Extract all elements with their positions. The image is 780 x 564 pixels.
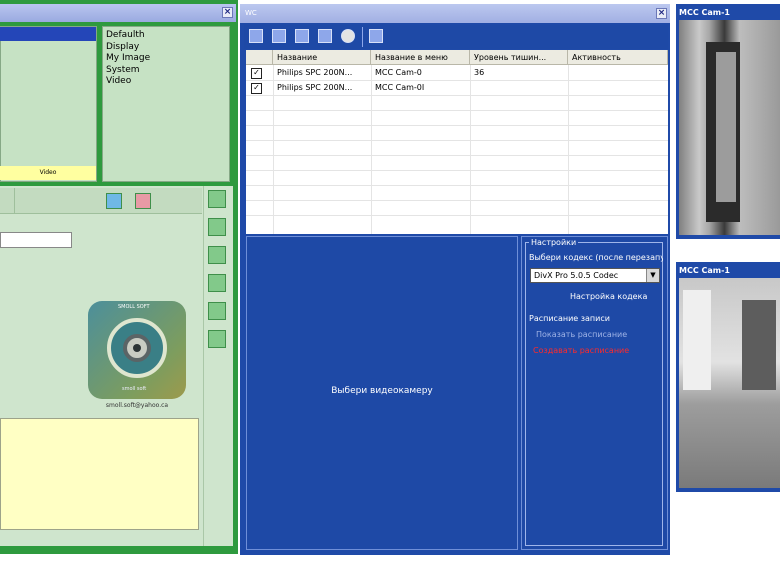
left-list-selection[interactable]: [0, 27, 96, 41]
camera-settings-icon[interactable]: [272, 29, 286, 43]
camera-1-door-panel: [716, 52, 736, 202]
row1-menu-name[interactable]: MCC Cam-0: [371, 66, 470, 80]
info-icon[interactable]: [369, 29, 383, 43]
webcam-title: WC: [245, 9, 257, 17]
menu-item-video[interactable]: Video: [106, 76, 229, 88]
webcam-close-icon[interactable]: ×: [656, 8, 667, 19]
logo-bottom-text: smoll soft: [122, 386, 147, 392]
webcam-titlebar: [240, 4, 670, 23]
camera-2-door: [742, 300, 776, 390]
menu-item-defaulth[interactable]: Defaulth: [106, 30, 229, 42]
left-side-toolbar: [203, 186, 233, 546]
toolbar-separator: [362, 27, 363, 47]
grid-row-line: [246, 110, 668, 111]
left-window-titlebar: [0, 4, 236, 22]
grid-row-line: [246, 170, 668, 171]
logo-lens-center: [133, 344, 141, 352]
logo-email: smoll.soft@yahoo.ca: [105, 402, 169, 409]
camera-1-title: MCC Cam-1: [679, 8, 730, 17]
grid-row-line: [246, 125, 668, 126]
add-icon[interactable]: [106, 193, 122, 209]
row2-name[interactable]: Philips SPC 200N...: [273, 81, 371, 95]
grid-header-activity[interactable]: Активность: [568, 50, 668, 65]
notes-area[interactable]: [0, 418, 199, 530]
grid-row-line: [246, 95, 668, 96]
row2-menu-name[interactable]: MCC Cam-0I: [371, 81, 470, 95]
grid-row-line: [246, 215, 668, 216]
new-camera-icon[interactable]: [249, 29, 263, 43]
left-list-tab[interactable]: Video: [0, 166, 96, 180]
settings-title: Настройки: [529, 238, 579, 247]
settings-group: [525, 242, 663, 546]
grid-row-line: [246, 140, 668, 141]
row1-checkbox[interactable]: ✓: [251, 68, 262, 79]
help-side-icon[interactable]: [208, 246, 226, 264]
preview-label: Выбери видеокамеру: [331, 386, 433, 396]
codec-settings-link[interactable]: Настройка кодека: [570, 292, 647, 301]
record-icon[interactable]: [341, 29, 355, 43]
close-side-icon[interactable]: [208, 190, 226, 208]
left-list-panel[interactable]: [0, 26, 97, 182]
left-toolbar: [0, 188, 202, 214]
grid-header-level[interactable]: Уровень тишин...: [470, 50, 568, 65]
minimize-side-icon[interactable]: [208, 218, 226, 236]
toolbar-separator: [14, 188, 15, 214]
create-schedule-link[interactable]: Создавать расписание: [533, 346, 629, 355]
save-icon[interactable]: [295, 29, 309, 43]
grid-side-icon[interactable]: [208, 302, 226, 320]
row1-name[interactable]: Philips SPC 200N...: [273, 66, 371, 80]
list-icon[interactable]: [318, 29, 332, 43]
schedule-title: Расписание записи: [529, 314, 610, 323]
show-schedule-link[interactable]: Показать расписание: [536, 330, 627, 339]
grid-header-menu-name[interactable]: Название в меню: [371, 50, 470, 65]
menu-item-my-image[interactable]: My Image: [106, 53, 229, 65]
left-text-input[interactable]: [0, 232, 72, 248]
camera-grid: Название Название в меню Уровень тишин..…: [246, 50, 668, 234]
grid-header-name[interactable]: Название: [273, 50, 371, 65]
grid-row-line: [246, 155, 668, 156]
row1-level[interactable]: 36: [470, 66, 568, 80]
logo-top-text: SMOLL SOFT: [118, 304, 150, 310]
grid-col-line: [470, 65, 471, 234]
camera-2-title: MCC Cam-1: [679, 266, 730, 275]
menu-item-system[interactable]: System: [106, 65, 229, 77]
grid-row-line: [246, 200, 668, 201]
chevron-down-icon[interactable]: ▼: [646, 269, 659, 282]
remove-icon[interactable]: [135, 193, 151, 209]
left-close-icon[interactable]: ×: [222, 7, 233, 18]
camera-2-window: [683, 290, 711, 390]
keyboard-side-icon[interactable]: [208, 330, 226, 348]
menu-item-display[interactable]: Display: [106, 42, 229, 54]
left-menu-list: Defaulth Display My Image System Video: [102, 26, 230, 182]
grid-header-check: [246, 50, 273, 65]
grid-row-line: [246, 185, 668, 186]
grid-col-line: [568, 65, 569, 234]
codec-label: Выбери кодекс (после перезапуска): [529, 253, 663, 262]
tools-side-icon[interactable]: [208, 274, 226, 292]
codec-select[interactable]: DivX Pro 5.0.5 Codec: [530, 268, 660, 283]
row2-checkbox[interactable]: ✓: [251, 83, 262, 94]
